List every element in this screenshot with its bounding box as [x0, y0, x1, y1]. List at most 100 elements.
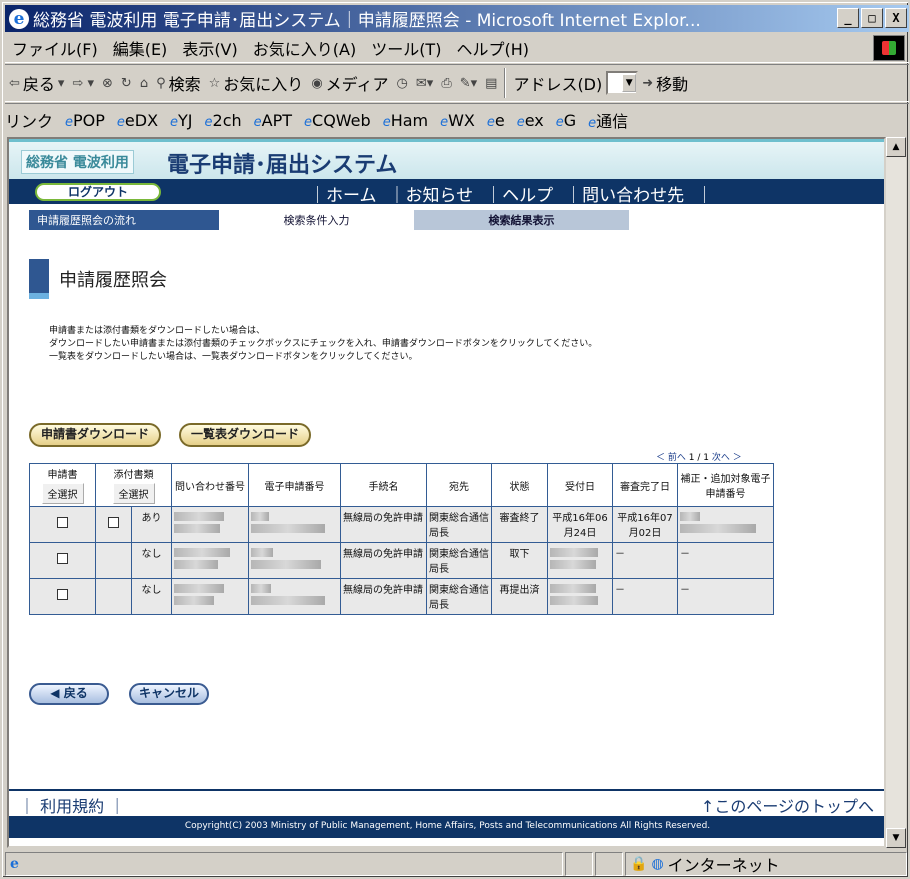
history-button[interactable]: ◷	[397, 76, 408, 91]
go-button[interactable]: ➜ 移動	[642, 71, 688, 95]
site-banner: 総務省 電波利用 電子申請･届出システム	[9, 139, 884, 179]
attachment-checkbox[interactable]	[108, 517, 119, 528]
review-done-date: 平成16年07月02日	[612, 506, 678, 543]
back-page-button[interactable]: ◀ 戻る	[29, 683, 109, 705]
attachment-flag: なし	[131, 542, 172, 579]
link-pop[interactable]: ePOP	[65, 111, 105, 130]
ie-page-icon: e	[10, 856, 19, 872]
link-ex[interactable]: eex	[517, 111, 544, 130]
logout-button[interactable]: ログアウト	[35, 183, 161, 201]
menu-edit[interactable]: 編集(E)	[113, 36, 168, 60]
media-button[interactable]: ◉ メディア	[311, 71, 388, 95]
terms-link[interactable]: ｜ 利用規約 ｜	[19, 793, 125, 817]
nav-help[interactable]: ｜ヘルプ	[485, 181, 553, 206]
menu-favorites[interactable]: お気に入り(A)	[253, 36, 356, 60]
application-checkbox[interactable]	[57, 517, 68, 528]
windows-logo-icon	[873, 35, 905, 61]
link-tsushin[interactable]: e通信	[588, 108, 628, 132]
vertical-scrollbar[interactable]: ▲ ▼	[886, 137, 906, 848]
inquiry-number-redacted	[171, 542, 249, 579]
application-number-redacted	[248, 578, 341, 615]
maximize-button[interactable]: □	[861, 8, 883, 28]
destination: 関東総合通信局長	[426, 506, 492, 543]
application-number-redacted	[248, 542, 341, 579]
download-application-button[interactable]: 申請書ダウンロード	[29, 423, 161, 447]
select-all-application-button[interactable]: 全選択	[41, 483, 84, 504]
download-list-button[interactable]: 一覧表ダウンロード	[179, 423, 311, 447]
page-top-link[interactable]: ↑このページのトップへ	[701, 793, 874, 817]
link-yj[interactable]: eYJ	[170, 111, 193, 130]
home-button[interactable]: ⌂	[140, 76, 148, 91]
menu-view[interactable]: 表示(V)	[182, 36, 237, 60]
ie-page-icon: e	[253, 114, 262, 130]
stop-button[interactable]: ⊗	[102, 76, 113, 91]
menu-tools[interactable]: ツール(T)	[371, 36, 441, 60]
ie-page-icon: e	[65, 114, 74, 130]
close-button[interactable]: X	[885, 8, 907, 28]
address-field[interactable]: ▼	[606, 71, 639, 95]
link-cqweb[interactable]: eCQWeb	[304, 111, 371, 130]
scroll-up-icon[interactable]: ▲	[886, 137, 906, 157]
results-table: 申請書 全選択 添付書類 全選択 問い合わせ番号 電子申請番号 手続名 宛先 状態 …	[29, 463, 774, 615]
col-correction-no: 補正・追加対象電子申請番号	[677, 463, 774, 507]
history-icon: ◷	[396, 75, 408, 91]
received-date: 平成16年06月24日	[547, 506, 613, 543]
ie-page-icon: e	[588, 116, 597, 131]
link-ham[interactable]: eHam	[383, 111, 428, 130]
ie-page-icon: e	[440, 114, 449, 130]
select-all-attachment-button[interactable]: 全選択	[112, 483, 155, 504]
forward-button[interactable]: ⇨ ▾	[72, 76, 94, 91]
ie-page-icon: e	[170, 114, 179, 130]
inquiry-number-redacted	[171, 578, 249, 615]
favorites-button[interactable]: ☆ お気に入り	[209, 71, 304, 95]
mail-button[interactable]: ✉▾	[416, 76, 433, 91]
cancel-button[interactable]: キャンセル	[129, 683, 209, 705]
print-button[interactable]: ⎙	[441, 76, 451, 91]
favorites-icon: ☆	[208, 75, 221, 91]
nav-home[interactable]: ｜ホーム	[309, 181, 377, 206]
links-bar: リンク ePOP eeDX eYJ e2ch eAPT eCQWeb eHam …	[5, 103, 909, 136]
col-inquiry-no: 問い合わせ番号	[171, 463, 249, 507]
table-row: なし 無線局の免許申請 関東総合通信局長 取下 － －	[29, 542, 774, 579]
footer-links: ｜ 利用規約 ｜ ↑このページのトップへ	[9, 789, 884, 817]
link-apt[interactable]: eAPT	[254, 111, 292, 130]
application-checkbox[interactable]	[57, 553, 68, 564]
back-button[interactable]: ⇦ 戻る ▾	[9, 71, 64, 95]
pager-next[interactable]: 次へ ＞	[712, 453, 742, 463]
page-title: 申請履歴照会	[59, 270, 167, 291]
pager-info: 1 / 1	[688, 453, 709, 463]
link-2ch[interactable]: e2ch	[205, 111, 242, 130]
discuss-button[interactable]: ▤	[485, 76, 497, 91]
pager: ＜ 前へ 1 / 1 次へ ＞	[656, 450, 742, 463]
page-title-block: 申請履歴照会	[29, 259, 167, 299]
address-dropdown-icon[interactable]: ▼	[622, 74, 637, 92]
toolbar: ⇦ 戻る ▾ ⇨ ▾ ⊗ ↻ ⌂ ⚲ 検索 ☆ お気に入り ◉ メディア ◷ ✉▾ ⎙ ✎…	[5, 64, 909, 102]
dropdown-icon: ▾	[57, 75, 65, 91]
link-e[interactable]: ee	[487, 111, 505, 130]
nav-news[interactable]: ｜お知らせ	[389, 181, 474, 206]
search-button[interactable]: ⚲ 検索	[156, 71, 201, 95]
links-label: リンク	[5, 112, 54, 131]
menu-file[interactable]: ファイル(F)	[12, 36, 98, 60]
link-wx[interactable]: eWX	[440, 111, 475, 130]
minimize-button[interactable]: _	[837, 8, 859, 28]
status-cell	[595, 852, 623, 876]
procedure-name: 無線局の免許申請	[340, 578, 427, 615]
received-date-redacted	[547, 542, 613, 579]
flow-label: 申請履歴照会の流れ	[29, 210, 219, 230]
refresh-button[interactable]: ↻	[121, 76, 132, 91]
link-edx[interactable]: eeDX	[117, 111, 158, 130]
scroll-down-icon[interactable]: ▼	[886, 828, 906, 848]
pager-prev[interactable]: ＜ 前へ	[656, 453, 686, 463]
edit-button[interactable]: ✎▾	[460, 76, 477, 91]
nav-divider: ｜	[696, 186, 714, 206]
application-number-redacted	[248, 506, 341, 543]
nav-contact[interactable]: ｜問い合わせ先	[565, 181, 684, 206]
ie-page-icon: e	[486, 114, 495, 130]
menu-help[interactable]: ヘルプ(H)	[456, 36, 529, 60]
flow-steps: 申請履歴照会の流れ 検索条件入力 検索結果表示	[29, 210, 629, 230]
media-icon: ◉	[311, 75, 323, 91]
link-g[interactable]: eG	[556, 111, 576, 130]
application-checkbox[interactable]	[57, 589, 68, 600]
destination: 関東総合通信局長	[426, 578, 492, 615]
